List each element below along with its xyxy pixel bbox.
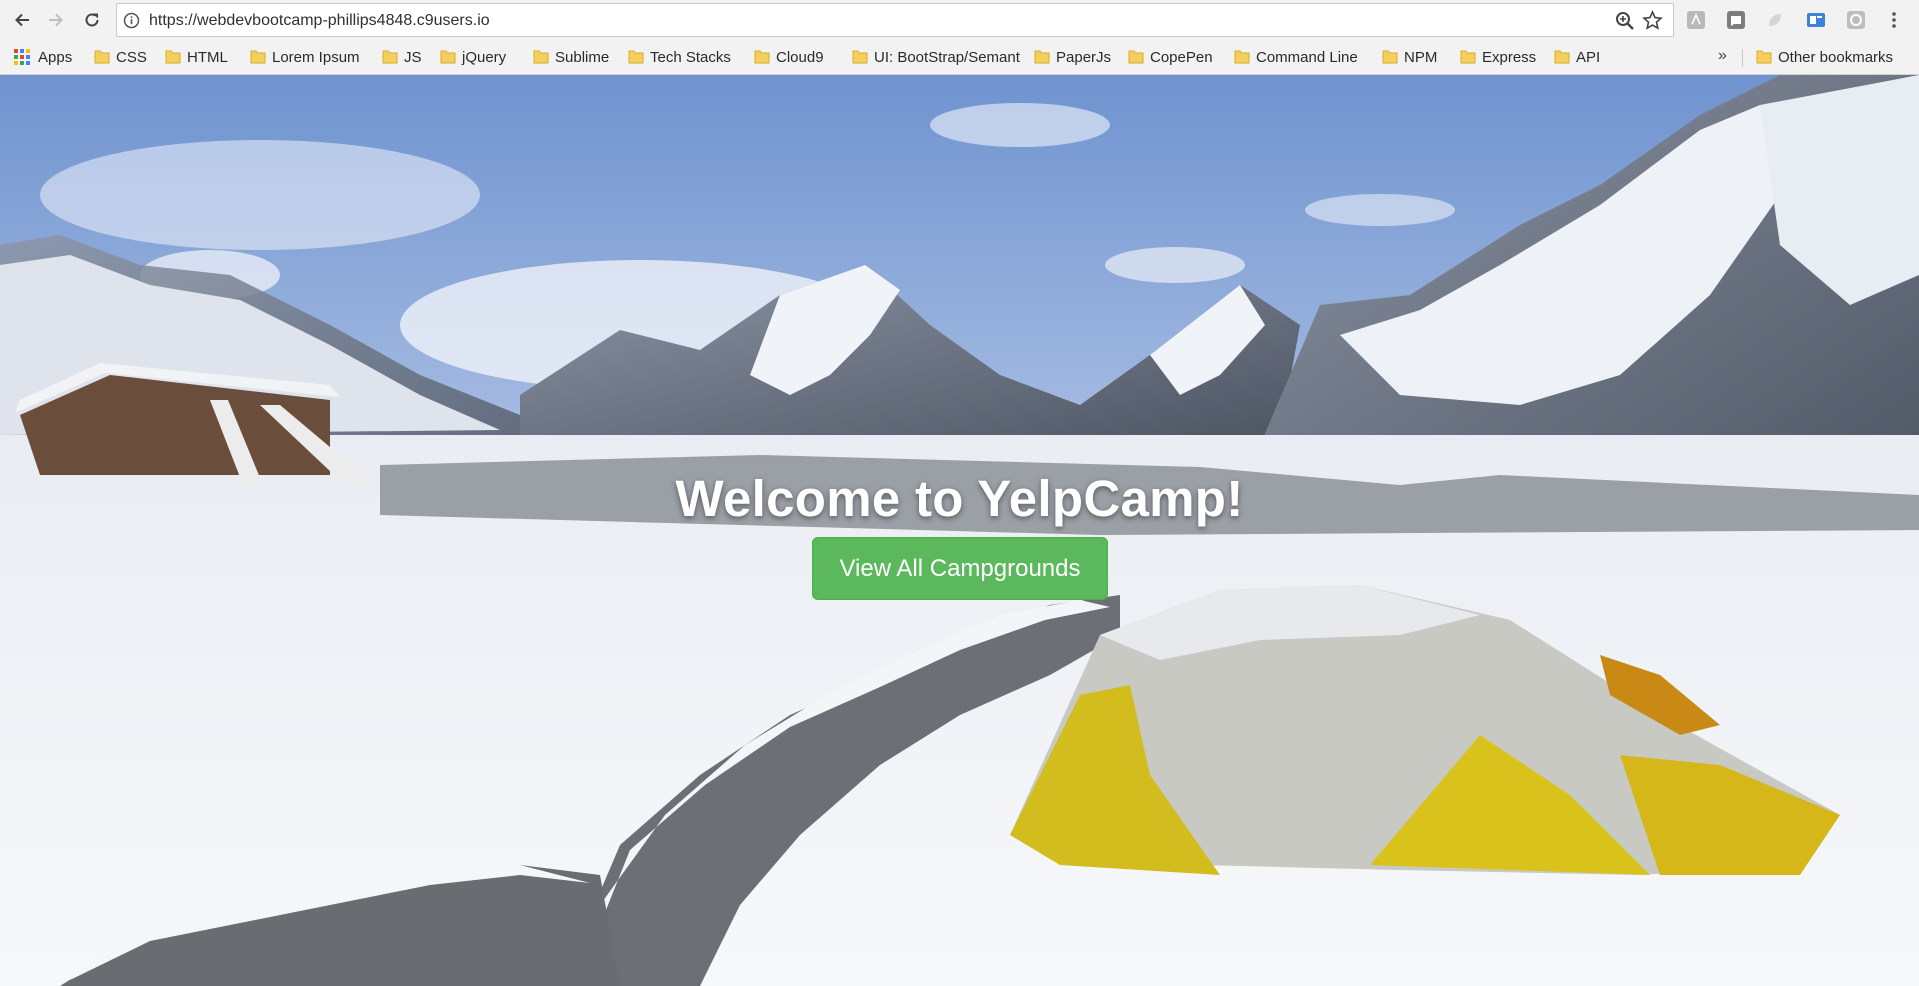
forward-arrow-icon[interactable] bbox=[44, 8, 68, 32]
folder-icon bbox=[382, 49, 398, 65]
bookmark-label: CopePen bbox=[1150, 48, 1213, 66]
apps-grid-icon bbox=[14, 49, 30, 65]
bookmark-folder-command-line[interactable]: Command Line bbox=[1234, 47, 1358, 67]
bookmark-folder-express[interactable]: Express bbox=[1460, 47, 1536, 67]
folder-icon bbox=[852, 49, 868, 65]
bookmark-label: Cloud9 bbox=[776, 48, 824, 66]
bookmark-label: CSS bbox=[116, 48, 147, 66]
folder-icon bbox=[1234, 49, 1250, 65]
zoom-icon[interactable] bbox=[1615, 11, 1635, 31]
menu-dots-icon[interactable] bbox=[1884, 10, 1904, 30]
bookmarks-divider bbox=[1742, 49, 1743, 67]
bookmark-label: jQuery bbox=[462, 48, 507, 66]
address-url[interactable]: https://webdevbootcamp-phillips4848.c9us… bbox=[149, 12, 490, 30]
bookmark-folder-ui-bootstrap[interactable]: UI: BootStrap/Semant bbox=[852, 47, 1022, 67]
mountain-campsite-background bbox=[0, 75, 1919, 986]
extension-icon-b[interactable] bbox=[1726, 10, 1746, 30]
bookmark-label: UI: BootStrap/Semant bbox=[874, 48, 1020, 66]
bookmark-folder-copepen[interactable]: CopePen bbox=[1128, 47, 1213, 67]
bookmark-label: Other bookmarks bbox=[1778, 48, 1894, 66]
folder-icon bbox=[165, 49, 181, 65]
bookmark-folder-tech-stacks[interactable]: Tech Stacks bbox=[628, 47, 731, 67]
address-bar[interactable]: https://webdevbootcamp-phillips4848.c9us… bbox=[116, 3, 1674, 37]
bookmark-folder-sublime[interactable]: Sublime bbox=[533, 47, 609, 67]
bookmark-label: Lorem Ipsum bbox=[272, 48, 360, 66]
bookmark-label: Sublime bbox=[555, 48, 610, 66]
folder-icon bbox=[250, 49, 266, 65]
bookmark-folder-css[interactable]: CSS bbox=[94, 47, 147, 67]
bookmark-folder-paperjs[interactable]: PaperJs bbox=[1034, 47, 1111, 67]
bookmark-label: Apps bbox=[38, 48, 73, 66]
bookmark-apps[interactable]: Apps bbox=[14, 47, 72, 67]
bookmark-label: Tech Stacks bbox=[650, 48, 731, 66]
browser-toolbar: https://webdevbootcamp-phillips4848.c9us… bbox=[0, 0, 1919, 40]
view-all-campgrounds-button[interactable]: View All Campgrounds bbox=[812, 537, 1108, 600]
folder-icon bbox=[754, 49, 770, 65]
bookmark-label: JS bbox=[404, 48, 422, 66]
bookmark-folder-cloud9[interactable]: Cloud9 bbox=[754, 47, 824, 67]
extension-icon-a[interactable] bbox=[1686, 10, 1706, 30]
bookmarks-overflow-chevron-icon[interactable]: » bbox=[1718, 47, 1727, 65]
landing-hero: Welcome to YelpCamp! View All Campground… bbox=[0, 75, 1919, 986]
back-arrow-icon[interactable] bbox=[10, 8, 34, 32]
extension-icon-c[interactable] bbox=[1765, 10, 1785, 30]
bookmark-folder-npm[interactable]: NPM bbox=[1382, 47, 1437, 67]
folder-icon bbox=[533, 49, 549, 65]
bookmark-label: Command Line bbox=[1256, 48, 1358, 66]
folder-icon bbox=[628, 49, 644, 65]
bookmark-label: API bbox=[1576, 48, 1601, 66]
bookmark-folder-lorem-ipsum[interactable]: Lorem Ipsum bbox=[250, 47, 360, 67]
bookmarks-bar: Apps CSS HTML Lorem Ipsum JS jQuery Subl… bbox=[0, 40, 1919, 75]
bookmark-folder-api[interactable]: API bbox=[1554, 47, 1600, 67]
info-icon[interactable] bbox=[123, 12, 140, 29]
folder-icon bbox=[1034, 49, 1050, 65]
folder-icon bbox=[1756, 49, 1772, 65]
reload-icon[interactable] bbox=[80, 8, 104, 32]
bookmark-label: PaperJs bbox=[1056, 48, 1112, 66]
folder-icon bbox=[1128, 49, 1144, 65]
bookmark-folder-html[interactable]: HTML bbox=[165, 47, 228, 67]
bookmark-folder-jquery[interactable]: jQuery bbox=[440, 47, 506, 67]
bookmark-label: NPM bbox=[1404, 48, 1438, 66]
page-title: Welcome to YelpCamp! bbox=[675, 470, 1244, 527]
folder-icon bbox=[440, 49, 456, 65]
folder-icon bbox=[1382, 49, 1398, 65]
folder-icon bbox=[1554, 49, 1570, 65]
bookmark-folder-other[interactable]: Other bookmarks bbox=[1756, 47, 1893, 67]
extension-icon-e[interactable] bbox=[1846, 10, 1866, 30]
folder-icon bbox=[1460, 49, 1476, 65]
bookmark-star-icon[interactable] bbox=[1642, 10, 1663, 31]
bookmark-label: HTML bbox=[187, 48, 228, 66]
bookmark-folder-js[interactable]: JS bbox=[382, 47, 422, 67]
folder-icon bbox=[94, 49, 110, 65]
bookmark-label: Express bbox=[1482, 48, 1537, 66]
extension-icon-d[interactable] bbox=[1806, 10, 1826, 30]
